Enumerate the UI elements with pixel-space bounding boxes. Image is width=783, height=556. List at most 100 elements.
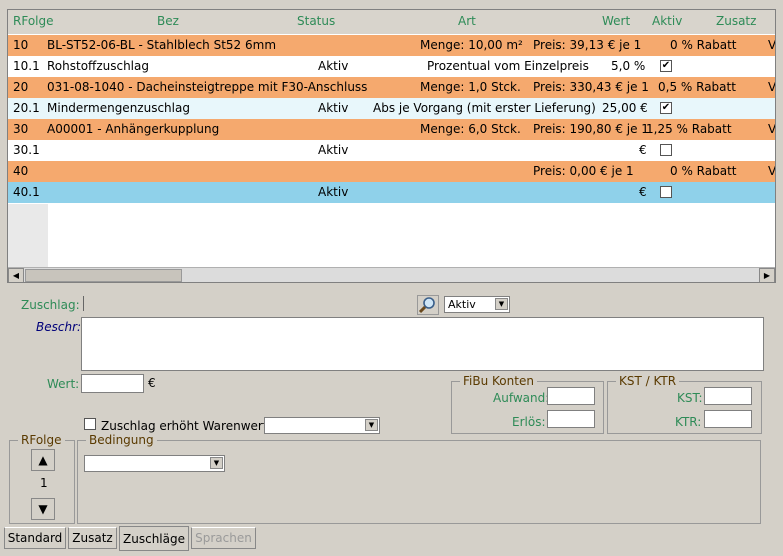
tab-zusatz[interactable]: Zusatz xyxy=(68,527,117,549)
kst-label: KST: xyxy=(677,391,703,405)
cell-art: Abs je Vorgang (mit erster Lieferung) xyxy=(373,101,596,115)
cell-preis: Preis: 39,13 € je 1 xyxy=(533,38,642,52)
rfolge-value: 1 xyxy=(40,476,48,490)
cell-rfolge: 20 xyxy=(13,80,29,94)
cell-menge: Menge: 6,0 Stck. xyxy=(420,122,521,136)
cell-zusatz: 0 % Rabatt xyxy=(670,164,737,178)
warenwert-checkbox[interactable] xyxy=(84,418,96,430)
aktiv-checkbox[interactable]: ✔ xyxy=(660,102,672,114)
table-row[interactable]: 40 Preis: 0,00 € je 1 0 % Rabatt V xyxy=(8,161,776,182)
kst-input[interactable] xyxy=(704,387,752,405)
cell-wert: 5,0 % xyxy=(611,59,646,73)
cell-bez: BL-ST52-06-BL - Stahlblech St52 6mm xyxy=(47,38,277,52)
table-row[interactable]: 20.1 Mindermengenzuschlag Aktiv Abs je V… xyxy=(8,98,775,119)
cell-rfolge: 20.1 xyxy=(13,101,40,115)
cell-preis: Preis: 190,80 € je 1 xyxy=(533,122,649,136)
cell-extra: V xyxy=(768,38,776,52)
cell-bez: Rohstoffzuschlag xyxy=(47,59,149,73)
tab-sprachen[interactable]: Sprachen xyxy=(191,527,256,549)
kst-title: KST / KTR xyxy=(616,374,680,388)
aufwand-input[interactable] xyxy=(547,387,595,405)
zuschlag-input[interactable] xyxy=(83,296,84,311)
cell-zusatz: 0,5 % Rabatt xyxy=(658,80,736,94)
warenwert-label: Zuschlag erhöht Warenwert xyxy=(101,419,268,433)
wert-label: Wert: xyxy=(47,377,80,391)
rfolge-title: RFolge xyxy=(18,433,65,447)
cell-wert: € xyxy=(639,143,647,157)
cell-zusatz: 0 % Rabatt xyxy=(670,38,737,52)
cell-extra: V xyxy=(768,164,776,178)
cell-rfolge: 40.1 xyxy=(13,185,40,199)
cell-wert: € xyxy=(639,185,647,199)
move-down-button[interactable]: ▼ xyxy=(31,498,55,520)
aktiv-checkbox[interactable] xyxy=(660,144,672,156)
cell-menge: Menge: 1,0 Stck. xyxy=(420,80,521,94)
grid-header: RFolge Bez Status Art Wert Aktiv Zusatz xyxy=(8,10,775,34)
zuschlag-label: Zuschlag: xyxy=(21,298,80,312)
tab-zuschlaege[interactable]: Zuschläge xyxy=(119,526,189,551)
chevron-down-icon[interactable]: ▼ xyxy=(210,457,223,469)
beschr-label: Beschr: xyxy=(36,320,82,334)
cell-art: Prozentual vom Einzelpreis xyxy=(427,59,589,73)
cell-extra: V xyxy=(768,80,776,94)
wert-input[interactable] xyxy=(81,374,144,393)
col-zusatz[interactable]: Zusatz xyxy=(716,14,756,28)
horizontal-scrollbar[interactable]: ◀ ▶ xyxy=(8,267,775,282)
scroll-left-icon[interactable]: ◀ xyxy=(8,268,24,282)
cell-preis: Preis: 330,43 € je 1 xyxy=(533,80,649,94)
status-select[interactable]: Aktiv ▼ xyxy=(444,296,510,313)
scroll-right-icon[interactable]: ▶ xyxy=(759,268,775,282)
table-row[interactable]: 10.1 Rohstoffzuschlag Aktiv Prozentual v… xyxy=(8,56,775,77)
cell-rfolge: 10 xyxy=(13,38,29,52)
col-bez[interactable]: Bez xyxy=(157,14,179,28)
search-button[interactable] xyxy=(417,295,439,315)
cell-bez: 031-08-1040 - Dacheinsteigtreppe mit F30… xyxy=(47,80,368,94)
ktr-input[interactable] xyxy=(704,410,752,428)
cell-status: Aktiv xyxy=(318,59,349,73)
cell-bez: Mindermengenzuschlag xyxy=(47,101,190,115)
zuschlaege-grid[interactable]: RFolge Bez Status Art Wert Aktiv Zusatz … xyxy=(7,9,776,283)
table-row[interactable]: 20 031-08-1040 - Dacheinsteigtreppe mit … xyxy=(8,77,776,98)
aktiv-checkbox[interactable]: ✔ xyxy=(660,60,672,72)
table-row[interactable]: 30 A00001 - Anhängerkupplung Menge: 6,0 … xyxy=(8,119,776,140)
wert-unit: € xyxy=(148,376,156,390)
col-aktiv[interactable]: Aktiv xyxy=(652,14,682,28)
rfolge-group: RFolge ▲ 1 ▼ xyxy=(9,433,75,524)
chevron-down-icon[interactable]: ▼ xyxy=(495,298,508,310)
scroll-thumb[interactable] xyxy=(25,269,182,282)
col-art[interactable]: Art xyxy=(458,14,476,28)
cell-rfolge: 30 xyxy=(13,122,29,136)
col-wert[interactable]: Wert xyxy=(602,14,630,28)
fibu-konten-group: FiBu Konten Aufwand: Erlös: xyxy=(451,374,604,434)
row-indicator-column xyxy=(8,204,48,268)
cell-rfolge: 10.1 xyxy=(13,59,40,73)
table-row[interactable]: 30.1 Aktiv € xyxy=(8,140,775,161)
beschreibung-textarea[interactable] xyxy=(81,317,764,371)
move-up-button[interactable]: ▲ xyxy=(31,449,55,471)
bedingung-title: Bedingung xyxy=(86,433,157,447)
ktr-label: KTR: xyxy=(675,415,702,429)
cell-status: Aktiv xyxy=(318,143,349,157)
kst-ktr-group: KST / KTR KST: KTR: xyxy=(607,374,762,434)
erloes-label: Erlös: xyxy=(512,415,546,429)
table-row-selected[interactable]: 40.1 Aktiv € xyxy=(8,182,775,203)
cell-extra: V xyxy=(768,122,776,136)
cell-status: Aktiv xyxy=(318,185,349,199)
col-rfolge[interactable]: RFolge xyxy=(13,14,54,28)
bedingung-group: Bedingung ▼ xyxy=(77,433,761,524)
bedingung-select[interactable]: ▼ xyxy=(84,455,225,472)
erloes-input[interactable] xyxy=(547,410,595,428)
aufwand-label: Aufwand: xyxy=(493,391,550,405)
aktiv-checkbox[interactable] xyxy=(660,186,672,198)
cell-status: Aktiv xyxy=(318,101,349,115)
tab-standard[interactable]: Standard xyxy=(4,527,66,549)
cell-preis: Preis: 0,00 € je 1 xyxy=(533,164,634,178)
chevron-down-icon[interactable]: ▼ xyxy=(365,419,378,431)
warenwert-select[interactable]: ▼ xyxy=(264,417,380,434)
status-value: Aktiv xyxy=(448,298,476,311)
fibu-title: FiBu Konten xyxy=(460,374,537,388)
tab-bar: Standard Zusatz Zuschläge Sprachen xyxy=(0,523,783,556)
table-row[interactable]: 10 BL-ST52-06-BL - Stahlblech St52 6mm M… xyxy=(8,35,776,56)
cell-bez: A00001 - Anhängerkupplung xyxy=(47,122,220,136)
col-status[interactable]: Status xyxy=(297,14,335,28)
